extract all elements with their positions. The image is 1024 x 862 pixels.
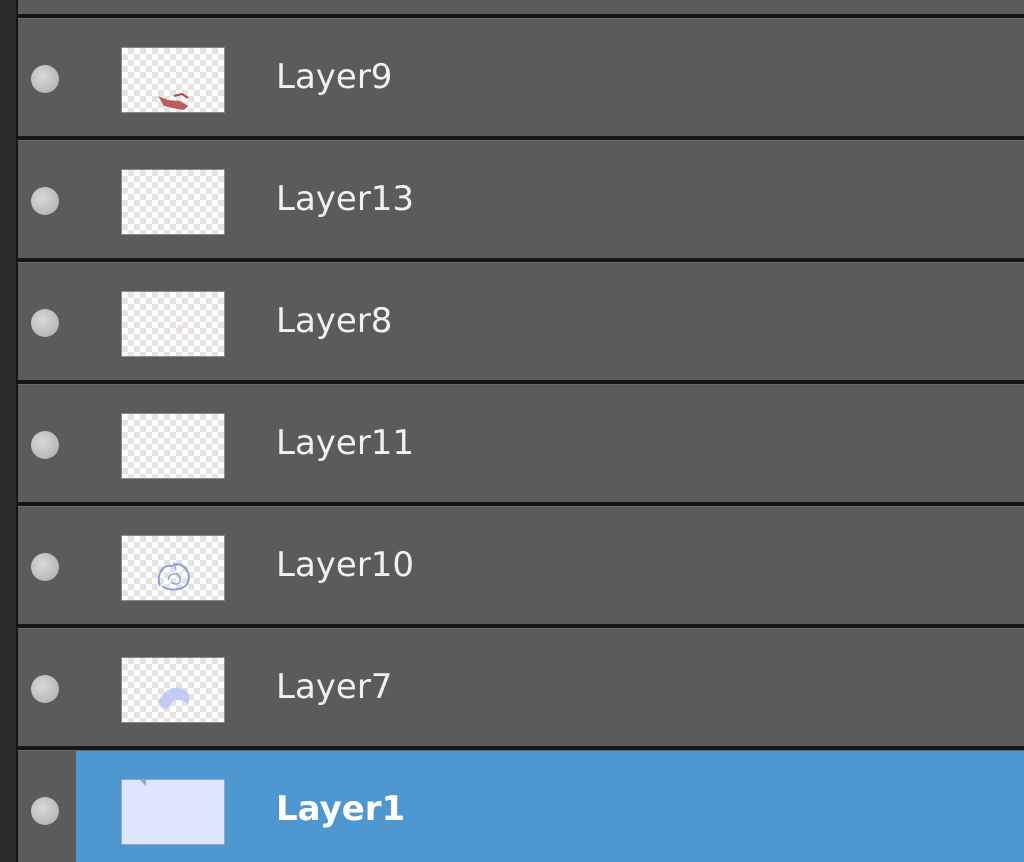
layer-thumbnail — [121, 779, 225, 845]
layer-row-layer8[interactable]: Layer8 — [18, 262, 1024, 380]
visibility-toggle-icon[interactable] — [31, 65, 59, 93]
layer-name[interactable]: Layer10 — [276, 545, 414, 585]
layer-name[interactable]: Layer13 — [276, 179, 414, 219]
thumbnail-corner-mark-icon — [140, 780, 146, 786]
visibility-toggle-icon[interactable] — [31, 553, 59, 581]
layer-row-layer13[interactable]: Layer13 — [18, 140, 1024, 258]
faint-mark-icon — [177, 325, 183, 331]
visibility-toggle-icon[interactable] — [31, 675, 59, 703]
layer-row-layer10[interactable]: Layer10 — [18, 506, 1024, 624]
layer-thumbnail — [121, 413, 225, 479]
layer-row-partial-top[interactable] — [18, 0, 1024, 14]
layer-name[interactable]: Layer9 — [276, 57, 392, 97]
layer-row-layer1[interactable]: Layer1 — [18, 750, 1024, 862]
layer-thumbnail — [121, 169, 225, 235]
visibility-toggle-icon[interactable] — [31, 797, 59, 825]
layer-thumbnail — [121, 291, 225, 357]
visibility-toggle-icon[interactable] — [31, 309, 59, 337]
layer-row-layer9[interactable]: Layer9 — [18, 18, 1024, 136]
layers-panel: Layer9 Layer13 Layer8 Layer11 Layer10 La… — [0, 0, 1024, 862]
layer-name[interactable]: Layer8 — [276, 301, 392, 341]
layer-thumbnail — [121, 657, 225, 723]
blue-sketch-icon — [157, 561, 190, 591]
layer-row-layer11[interactable]: Layer11 — [18, 384, 1024, 502]
layer-row-layer7[interactable]: Layer7 — [18, 628, 1024, 746]
layer-name[interactable]: Layer11 — [276, 423, 414, 463]
visibility-toggle-icon[interactable] — [31, 431, 59, 459]
layer-thumbnail — [121, 535, 225, 601]
blue-shape-icon — [158, 687, 190, 709]
panel-left-edge — [0, 0, 16, 862]
visibility-toggle-icon[interactable] — [31, 187, 59, 215]
layer-name[interactable]: Layer7 — [276, 667, 392, 707]
red-brush-mark-icon — [158, 92, 189, 110]
layer-name[interactable]: Layer1 — [276, 789, 405, 829]
layer-thumbnail — [121, 47, 225, 113]
